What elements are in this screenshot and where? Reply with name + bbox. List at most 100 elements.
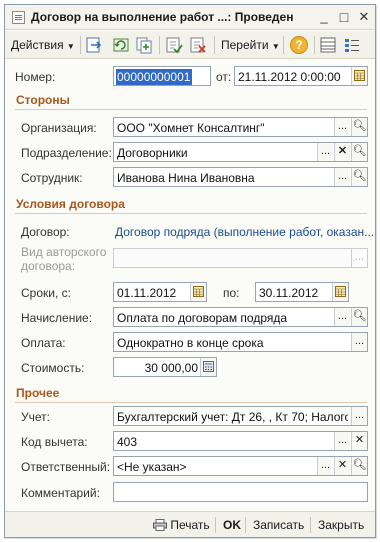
calendar-icon <box>354 70 365 81</box>
enter-on-basis-icon[interactable] <box>85 36 103 54</box>
calendar-icon <box>193 286 204 297</box>
select-button[interactable]: ... <box>334 432 350 450</box>
open-button[interactable]: 🔍︎ <box>351 118 367 136</box>
search-icon: 🔍︎ <box>352 310 367 322</box>
calendar-button[interactable] <box>351 67 367 85</box>
accounting-value: Бухгалтерский учет: Дт 26, , Кт 70; Нало… <box>117 410 348 424</box>
select-button[interactable]: ... <box>334 308 350 326</box>
document-date-field[interactable]: 21.11.2012 0:00:00 <box>234 66 368 86</box>
document-window: Договор на выполнение работ ...: Проведе… <box>4 4 376 538</box>
open-button[interactable]: 🔍︎ <box>351 143 367 161</box>
command-bar: Печать OK Записать Закрыть <box>5 511 375 537</box>
from-label: от: <box>216 70 232 84</box>
accounting-label: Учет: <box>21 410 50 424</box>
toolbar-divider <box>283 36 284 54</box>
period-to-field[interactable]: 30.11.2012 <box>255 282 349 302</box>
calculator-icon <box>203 361 214 372</box>
document-date-value: 21.11.2012 0:00:00 <box>238 70 341 84</box>
open-button[interactable]: 🔍︎ <box>351 457 367 475</box>
toolbar-divider <box>80 36 81 54</box>
maximize-button[interactable]: □ <box>336 9 352 25</box>
accrual-label: Начисление: <box>21 311 93 325</box>
calendar-button[interactable] <box>190 283 206 301</box>
author-contract-type-field[interactable]: ... <box>113 248 368 268</box>
cost-field[interactable]: 30 000,00 <box>113 357 217 377</box>
contract-link[interactable]: Договор подряда (выполнение работ, оказа… <box>115 225 374 239</box>
print-label: Печать <box>170 518 210 532</box>
toolbar-divider <box>159 36 160 54</box>
open-button[interactable]: 🔍︎ <box>351 168 367 186</box>
number-field[interactable]: 00000000001 <box>113 66 211 86</box>
employee-field[interactable]: Иванова Нина Ивановна ... 🔍︎ <box>113 167 368 187</box>
calendar-button[interactable] <box>332 283 348 301</box>
print-button[interactable]: Печать <box>153 518 210 532</box>
open-button[interactable]: 🔍︎ <box>351 308 367 326</box>
deduction-code-field[interactable]: 403 ... ✕ <box>113 431 368 451</box>
toolbar-divider <box>314 36 315 54</box>
close-button[interactable]: Закрыть <box>318 518 364 532</box>
search-icon: 🔍︎ <box>352 170 367 182</box>
number-label: Номер: <box>15 70 56 84</box>
select-button[interactable]: ... <box>351 407 367 425</box>
close-window-button[interactable]: ✕ <box>356 9 372 25</box>
actions-menu-label: Действия <box>11 38 64 52</box>
section-contract-terms-heading: Условия договора <box>16 197 125 211</box>
goto-menu[interactable]: Перейти ▼ <box>221 38 280 52</box>
actions-menu[interactable]: Действия ▼ <box>11 38 75 52</box>
help-icon: ? <box>295 38 303 52</box>
department-label: Подразделение: <box>21 146 112 160</box>
clear-button[interactable]: ✕ <box>334 457 350 475</box>
author-contract-type-label-line2: договора: <box>21 259 76 273</box>
responsible-value: <Не указан> <box>117 460 187 474</box>
payment-field[interactable]: Однократно в конце срока ... <box>113 332 368 352</box>
select-button[interactable]: ... <box>351 333 367 351</box>
post-document-icon[interactable] <box>165 36 183 54</box>
select-button[interactable]: ... <box>351 249 367 267</box>
period-to-label: по: <box>223 286 240 300</box>
department-field[interactable]: Договорники ... ✕ 🔍︎ <box>113 142 368 162</box>
refresh-icon[interactable] <box>112 36 130 54</box>
ok-button[interactable]: OK <box>223 518 241 532</box>
printer-icon <box>153 519 167 531</box>
contract-label: Договор: <box>21 225 70 239</box>
search-icon: 🔍︎ <box>352 459 367 471</box>
comment-field[interactable] <box>113 482 368 502</box>
employee-value: Иванова Нина Ивановна <box>117 171 255 185</box>
search-icon: 🔍︎ <box>352 120 367 132</box>
clear-button[interactable]: ✕ <box>334 143 350 161</box>
organization-field[interactable]: ООО "Хомнет Консалтинг" ... 🔍︎ <box>113 117 368 137</box>
period-from-field[interactable]: 01.11.2012 <box>113 282 207 302</box>
accrual-field[interactable]: Оплата по договорам подряда ... 🔍︎ <box>113 307 368 327</box>
number-value: 00000000001 <box>116 69 193 85</box>
command-divider <box>310 517 311 533</box>
responsible-field[interactable]: <Не указан> ... ✕ 🔍︎ <box>113 456 368 476</box>
form-structure-icon[interactable] <box>319 36 337 54</box>
list-settings-icon[interactable] <box>343 36 361 54</box>
payment-value: Однократно в конце срока <box>117 336 264 350</box>
select-button[interactable]: ... <box>317 457 333 475</box>
author-contract-type-label: Вид авторского <box>21 245 107 259</box>
save-button[interactable]: Записать <box>253 518 304 532</box>
accounting-field[interactable]: Бухгалтерский учет: Дт 26, , Кт 70; Нало… <box>113 406 368 426</box>
cost-label: Стоимость: <box>21 361 85 375</box>
section-divider <box>15 109 367 110</box>
chevron-down-icon: ▼ <box>271 42 280 51</box>
deduction-code-value: 403 <box>117 435 138 449</box>
help-button[interactable]: ? <box>290 36 308 54</box>
section-parties-heading: Стороны <box>16 93 70 107</box>
select-button[interactable]: ... <box>317 143 333 161</box>
organization-value: ООО "Хомнет Консалтинг" <box>117 121 265 135</box>
copy-document-icon[interactable] <box>135 36 153 54</box>
clear-button[interactable]: ✕ <box>351 432 367 450</box>
document-icon <box>12 11 25 24</box>
period-from-value: 01.11.2012 <box>117 286 177 300</box>
clear-icon: ✕ <box>354 434 365 446</box>
select-button[interactable]: ... <box>334 118 350 136</box>
calculator-button[interactable] <box>200 358 216 376</box>
goto-menu-label: Перейти <box>221 38 269 52</box>
toolbar-divider <box>214 36 215 54</box>
select-button[interactable]: ... <box>334 168 350 186</box>
employee-label: Сотрудник: <box>21 171 83 185</box>
unpost-document-icon[interactable] <box>189 36 207 54</box>
minimize-button[interactable]: _ <box>316 9 332 25</box>
